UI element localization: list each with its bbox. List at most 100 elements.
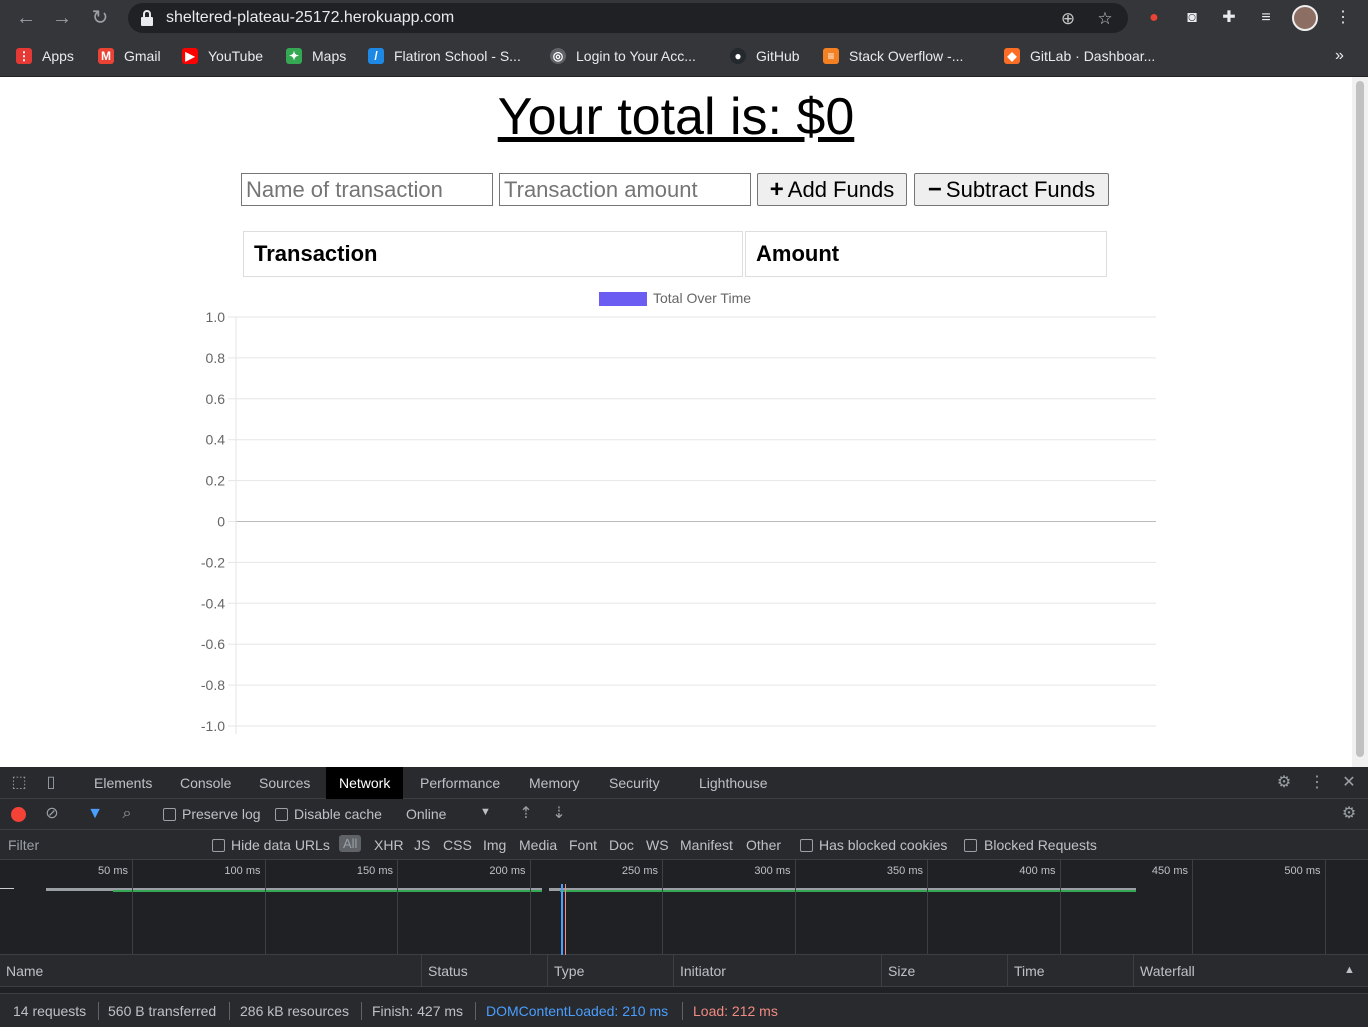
- devtools-menu-icon[interactable]: ⋮: [1307, 773, 1327, 793]
- has-blocked-cookies-label: Has blocked cookies: [819, 837, 948, 853]
- tab-security[interactable]: Security: [596, 767, 673, 799]
- hide-data-urls-checkbox[interactable]: [212, 839, 225, 852]
- timeline-gridline: [1059, 860, 1061, 955]
- star-icon[interactable]: ☆: [1095, 9, 1115, 29]
- export-har-icon[interactable]: ⇣: [549, 804, 569, 824]
- column-initiator[interactable]: Initiator: [673, 955, 881, 987]
- y-tick-label: 1.0: [206, 309, 226, 325]
- filter-type-doc[interactable]: Doc: [609, 837, 634, 853]
- filter-type-xhr[interactable]: XHR: [374, 837, 404, 853]
- column-status[interactable]: Status: [421, 955, 547, 987]
- extensions-puzzle-icon[interactable]: ✚: [1218, 7, 1240, 29]
- throttling-chevron-down-icon[interactable]: ▼: [480, 806, 491, 818]
- network-overview-timeline[interactable]: 50 ms 100 ms 150 ms 200 ms 250 ms 300 ms 350 m…: [0, 860, 1368, 955]
- timeline-bar-initial: [0, 888, 14, 889]
- y-tick-label: 0.8: [206, 350, 226, 366]
- settings-gear-icon[interactable]: ⚙: [1274, 773, 1294, 793]
- transaction-name-input[interactable]: [241, 173, 493, 206]
- more-bookmarks-chevron-icon[interactable]: »: [1335, 46, 1344, 66]
- bookmark-apps[interactable]: ⋮ Apps: [16, 46, 74, 66]
- profile-avatar[interactable]: [1292, 5, 1318, 31]
- preserve-log-checkbox[interactable]: [163, 808, 176, 821]
- sort-up-triangle-icon[interactable]: ▲: [1344, 964, 1355, 976]
- column-name[interactable]: Name: [0, 955, 421, 987]
- tab-elements[interactable]: Elements: [81, 767, 165, 799]
- tab-performance[interactable]: Performance: [407, 767, 513, 799]
- bookmark-maps[interactable]: ✦ Maps: [286, 46, 346, 66]
- separator: [475, 1002, 476, 1020]
- filter-type-font[interactable]: Font: [569, 837, 597, 853]
- timeline-tick-label: 150 ms: [356, 865, 393, 877]
- network-settings-gear-icon[interactable]: ⚙: [1339, 804, 1359, 824]
- back-arrow-icon[interactable]: ←: [14, 6, 38, 30]
- disable-cache-checkbox[interactable]: [275, 808, 288, 821]
- column-type[interactable]: Type: [547, 955, 673, 987]
- filter-type-all[interactable]: All: [339, 835, 362, 852]
- filter-type-other[interactable]: Other: [746, 837, 781, 853]
- total-over-time-chart: Total Over Time 1.0 0.8 0.6 0.4 0.2 0 -0.2 -0.4 -…: [201, 290, 1156, 734]
- reload-icon[interactable]: ↻: [88, 6, 112, 30]
- subtract-funds-button[interactable]: − Subtract Funds: [914, 173, 1109, 206]
- timeline-gridline: [794, 860, 796, 955]
- separator: [98, 1002, 99, 1020]
- clear-icon[interactable]: ⊘: [42, 804, 62, 824]
- column-waterfall[interactable]: Waterfall: [1133, 955, 1368, 987]
- tab-memory[interactable]: Memory: [516, 767, 593, 799]
- page-scrollbar[interactable]: [1352, 77, 1368, 767]
- camera-extension-icon[interactable]: ◙: [1181, 7, 1203, 29]
- throttling-select[interactable]: Online: [406, 806, 446, 822]
- filter-type-css[interactable]: CSS: [443, 837, 472, 853]
- bookmark-youtube[interactable]: ▶ YouTube: [182, 46, 263, 66]
- filter-type-media[interactable]: Media: [519, 837, 557, 853]
- gitlab-icon: ◆: [1004, 48, 1020, 64]
- transferred-size: 560 B transferred: [108, 1003, 217, 1019]
- forward-arrow-icon[interactable]: →: [50, 6, 74, 30]
- reading-list-icon[interactable]: ≡: [1255, 7, 1277, 29]
- bookmark-stackoverflow[interactable]: ≡ Stack Overflow -...: [823, 46, 963, 66]
- filter-type-js[interactable]: JS: [414, 837, 430, 853]
- filter-type-ws[interactable]: WS: [646, 837, 669, 853]
- bookmark-gmail[interactable]: M Gmail: [98, 46, 161, 66]
- gmail-icon: M: [98, 48, 114, 64]
- filter-type-manifest[interactable]: Manifest: [680, 837, 733, 853]
- column-size[interactable]: Size: [881, 955, 1007, 987]
- timeline-tick-label: 500 ms: [1284, 865, 1321, 877]
- minus-icon: −: [927, 175, 942, 203]
- device-toolbar-icon[interactable]: ▯: [41, 773, 61, 793]
- network-table-header: Name Status Type Initiator Size Time Wat…: [0, 955, 1368, 987]
- tab-lighthouse[interactable]: Lighthouse: [686, 767, 781, 799]
- y-tick-label: 0.4: [206, 432, 226, 448]
- has-blocked-cookies-checkbox[interactable]: [800, 839, 813, 852]
- preserve-log-label: Preserve log: [182, 806, 261, 822]
- close-devtools-icon[interactable]: ✕: [1339, 773, 1359, 793]
- address-bar[interactable]: sheltered-plateau-25172.herokuapp.com ⊕ …: [128, 3, 1128, 33]
- filter-funnel-icon[interactable]: ▼: [85, 804, 105, 824]
- tab-console[interactable]: Console: [167, 767, 244, 799]
- timeline-gridline: [927, 860, 928, 955]
- tab-sources[interactable]: Sources: [246, 767, 323, 799]
- bookmark-gitlab[interactable]: ◆ GitLab · Dashboar...: [1004, 46, 1155, 66]
- scrollbar-thumb[interactable]: [1356, 81, 1364, 757]
- tab-network[interactable]: Network: [326, 767, 404, 799]
- network-filter-bar: Filter Hide data URLs All XHR JS CSS Img…: [0, 830, 1368, 860]
- column-time[interactable]: Time: [1007, 955, 1133, 987]
- inspect-element-icon[interactable]: ⬚: [9, 773, 29, 793]
- bookmark-flatiron[interactable]: / Flatiron School - S...: [368, 46, 521, 66]
- import-har-icon[interactable]: ⇡: [516, 804, 536, 824]
- url-text: sheltered-plateau-25172.herokuapp.com: [166, 9, 455, 26]
- network-summary-bar: 14 requests 560 B transferred 286 kB res…: [0, 993, 1368, 1027]
- filter-type-img[interactable]: Img: [483, 837, 506, 853]
- add-funds-button[interactable]: + Add Funds: [757, 173, 907, 206]
- flatiron-icon: /: [368, 48, 384, 64]
- blocked-requests-checkbox[interactable]: [964, 839, 977, 852]
- bookmark-github[interactable]: ● GitHub: [730, 46, 800, 66]
- filter-input[interactable]: Filter: [8, 837, 39, 853]
- timeline-gridline: [1324, 860, 1326, 955]
- kebab-menu-icon[interactable]: ⋮: [1332, 7, 1354, 29]
- search-icon[interactable]: ⌕: [117, 804, 137, 824]
- record-icon[interactable]: [11, 807, 26, 822]
- screencast-extension-icon[interactable]: ●: [1143, 7, 1165, 29]
- bookmark-login[interactable]: ◎ Login to Your Acc...: [550, 46, 696, 66]
- transaction-amount-input[interactable]: [499, 173, 751, 206]
- install-icon[interactable]: ⊕: [1058, 9, 1078, 29]
